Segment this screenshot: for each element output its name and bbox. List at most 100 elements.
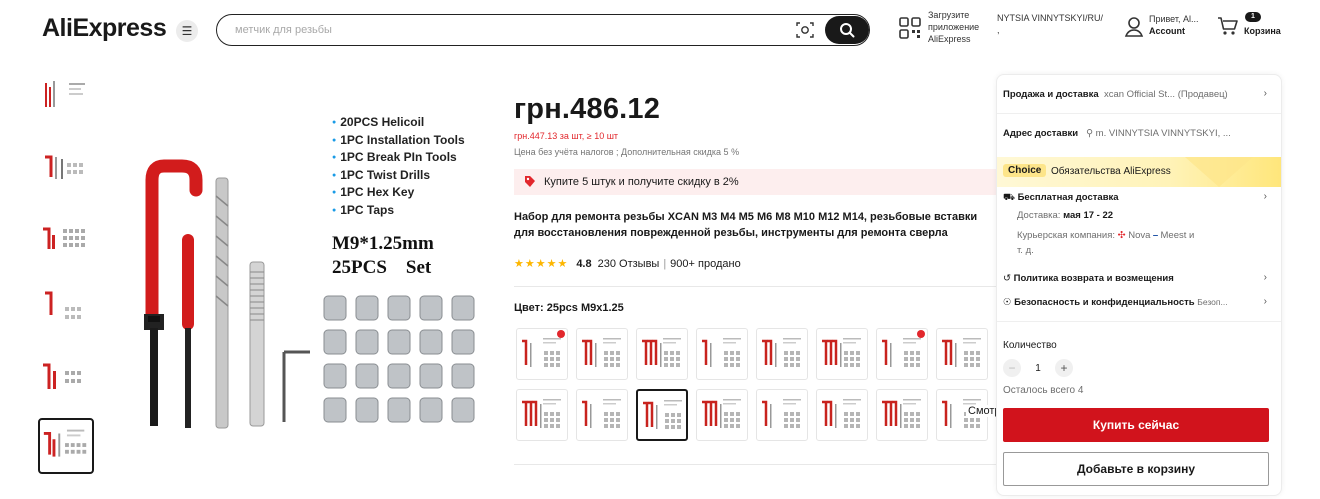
variant-option[interactable]: [636, 328, 688, 380]
choice-badge: Choice: [1003, 164, 1047, 177]
account-greeting: Привет, Al...: [1149, 14, 1199, 24]
title-line-1: Набор для ремонта резьбы XCAN M3 M4 M5 M…: [514, 211, 978, 223]
variant-option[interactable]: [696, 328, 748, 380]
spec-item: 1PC Twist Drills: [332, 167, 465, 185]
variant-option[interactable]: [696, 389, 748, 441]
delivery-label: Доставка:: [1017, 210, 1061, 221]
image-spec-list: 20PCS Helicoil 1PC Installation Tools 1P…: [332, 114, 465, 220]
address-value: m. VINNYTSIA VINNYTSKYI, ...: [1095, 128, 1231, 139]
address-row[interactable]: Адрес доставки ⚲ m. VINNYTSIA VINNYTSKYI…: [1003, 128, 1231, 139]
free-shipping-row[interactable]: ⛟ Бесплатная доставка: [1003, 192, 1119, 204]
reviews-link[interactable]: 230 Отзывы: [598, 258, 660, 270]
price-note: Цена без учёта налогов ; Дополнительная …: [514, 147, 740, 157]
gallery-thumbnail[interactable]: [38, 72, 94, 128]
return-policy-row[interactable]: ↺ Политика возврата и возмещения: [1003, 273, 1174, 284]
location-pin-icon: ⚲: [1086, 128, 1094, 139]
spec-item: 1PC Break PIn Tools: [332, 149, 465, 167]
star-rating-icon: ★★★★★: [514, 258, 569, 270]
rating-value: 4.8: [576, 257, 592, 270]
variant-option[interactable]: [576, 328, 628, 380]
rating-separator: |: [663, 257, 667, 270]
search-icon: [840, 23, 855, 38]
variant-option[interactable]: [576, 389, 628, 441]
rating-row: ★★★★★ 4.8 230 Отзывы | 900+ продано: [514, 257, 741, 271]
promo-text: Купите 5 штук и получите скидку в 2%: [544, 176, 739, 188]
more-variants-link[interactable]: Смотреть: [966, 405, 998, 417]
qr-code-icon[interactable]: [898, 16, 922, 40]
quantity-decrease-button[interactable]: −: [1003, 359, 1021, 377]
gallery-thumbnail-active[interactable]: [38, 418, 94, 474]
quantity-increase-button[interactable]: +: [1055, 359, 1073, 377]
gallery-thumbnail[interactable]: [38, 352, 94, 408]
variant-option[interactable]: [816, 389, 868, 441]
variant-option[interactable]: [756, 328, 808, 380]
quantity-value[interactable]: 1: [1031, 363, 1045, 374]
bulk-price: грн.447.13 за шт, ≥ 10 шт: [514, 131, 619, 141]
purchase-panel: Продажа и доставка xcan Official St... (…: [996, 74, 1282, 496]
cart-icon[interactable]: [1217, 16, 1239, 36]
tag-icon: [525, 176, 535, 187]
camera-search-icon[interactable]: [795, 21, 815, 39]
variant-option[interactable]: [876, 389, 928, 441]
hot-badge-icon: [917, 330, 925, 338]
seller-row[interactable]: Продажа и доставка xcan Official St... (…: [1003, 89, 1228, 100]
courier-more-line: т. д.: [1017, 245, 1034, 256]
variant-option-selected[interactable]: [636, 389, 688, 441]
courier-label: Курьерская компания:: [1017, 230, 1116, 241]
variant-option[interactable]: [756, 389, 808, 441]
shield-icon: ☉: [1003, 297, 1012, 308]
delivery-row: Доставка: мая 17 - 22: [1017, 210, 1113, 221]
buy-now-button[interactable]: Купить сейчас: [1003, 408, 1269, 442]
cart-count-badge: 1: [1245, 12, 1261, 22]
download-app-link[interactable]: Загрузите приложение AliExpress: [928, 9, 990, 45]
chevron-right-icon: ›: [1263, 296, 1267, 307]
gallery-thumbnail[interactable]: [38, 142, 94, 198]
nova-logo-icon: ✣: [1117, 230, 1126, 241]
app-line-3: AliExpress: [928, 34, 971, 44]
account-label: Account: [1149, 26, 1185, 36]
choice-banner[interactable]: Choice Обязательства AliExpress: [997, 157, 1281, 187]
gallery-thumbnail[interactable]: [38, 282, 94, 338]
seller-value: xcan Official St... (Продавец): [1103, 89, 1228, 100]
variant-option[interactable]: [816, 328, 868, 380]
user-icon[interactable]: [1124, 16, 1144, 38]
address-label: Адрес доставки: [1003, 128, 1079, 139]
spec-item: 20PCS Helicoil: [332, 114, 465, 132]
divider: [514, 464, 998, 465]
promo-banner: Купите 5 штук и получите скидку в 2%: [514, 169, 996, 195]
menu-icon[interactable]: ☰: [176, 20, 198, 42]
app-line-2: приложение: [928, 22, 980, 32]
color-label: Цвет: 25pcs M9x1.25: [514, 302, 624, 314]
divider: [997, 113, 1281, 114]
image-size-text: M9*1.25mm 25PCS Set: [332, 233, 434, 278]
quantity-stepper: − 1 +: [1003, 359, 1073, 377]
add-to-cart-button[interactable]: Добавьте в корзину: [1003, 452, 1269, 486]
product-price: грн.486.12: [514, 93, 661, 125]
divider: [514, 286, 998, 287]
choice-decoration: [1185, 157, 1253, 187]
courier-nova: Nova: [1128, 230, 1151, 241]
variant-option[interactable]: [516, 328, 568, 380]
sold-count: 900+ продано: [670, 257, 741, 270]
variant-option[interactable]: [936, 328, 988, 380]
account-menu[interactable]: Привет, Al... Account: [1149, 13, 1199, 37]
choice-text: Обязательства AliExpress: [1051, 166, 1171, 177]
variant-option[interactable]: [876, 328, 928, 380]
security-row[interactable]: ☉ Безопасность и конфиденциальность Безо…: [1003, 297, 1228, 308]
return-icon: ↺: [1003, 273, 1011, 284]
variant-option[interactable]: [516, 389, 568, 441]
ship-to-selector[interactable]: NYTSIA VINNYTSKYI/RU/ ,: [997, 12, 1113, 36]
top-header: AliExpress ☰ Загрузите приложение AliExp…: [0, 0, 1320, 62]
gallery-thumbnail[interactable]: [38, 212, 94, 268]
hot-badge-icon: [557, 330, 565, 338]
title-line-2: для восстановления поврежденной резьбы, …: [514, 227, 948, 239]
meest-logo-icon: ⎯: [1153, 230, 1158, 241]
quantity-label: Количество: [1003, 340, 1057, 351]
cart-label[interactable]: Корзина: [1244, 26, 1281, 36]
divider: [997, 321, 1281, 322]
search-button[interactable]: [825, 16, 869, 44]
aliexpress-logo[interactable]: AliExpress: [42, 14, 167, 43]
search-input[interactable]: [235, 21, 755, 39]
product-title: Набор для ремонта резьбы XCAN M3 M4 M5 M…: [514, 209, 998, 243]
chevron-right-icon: ›: [1263, 272, 1267, 283]
